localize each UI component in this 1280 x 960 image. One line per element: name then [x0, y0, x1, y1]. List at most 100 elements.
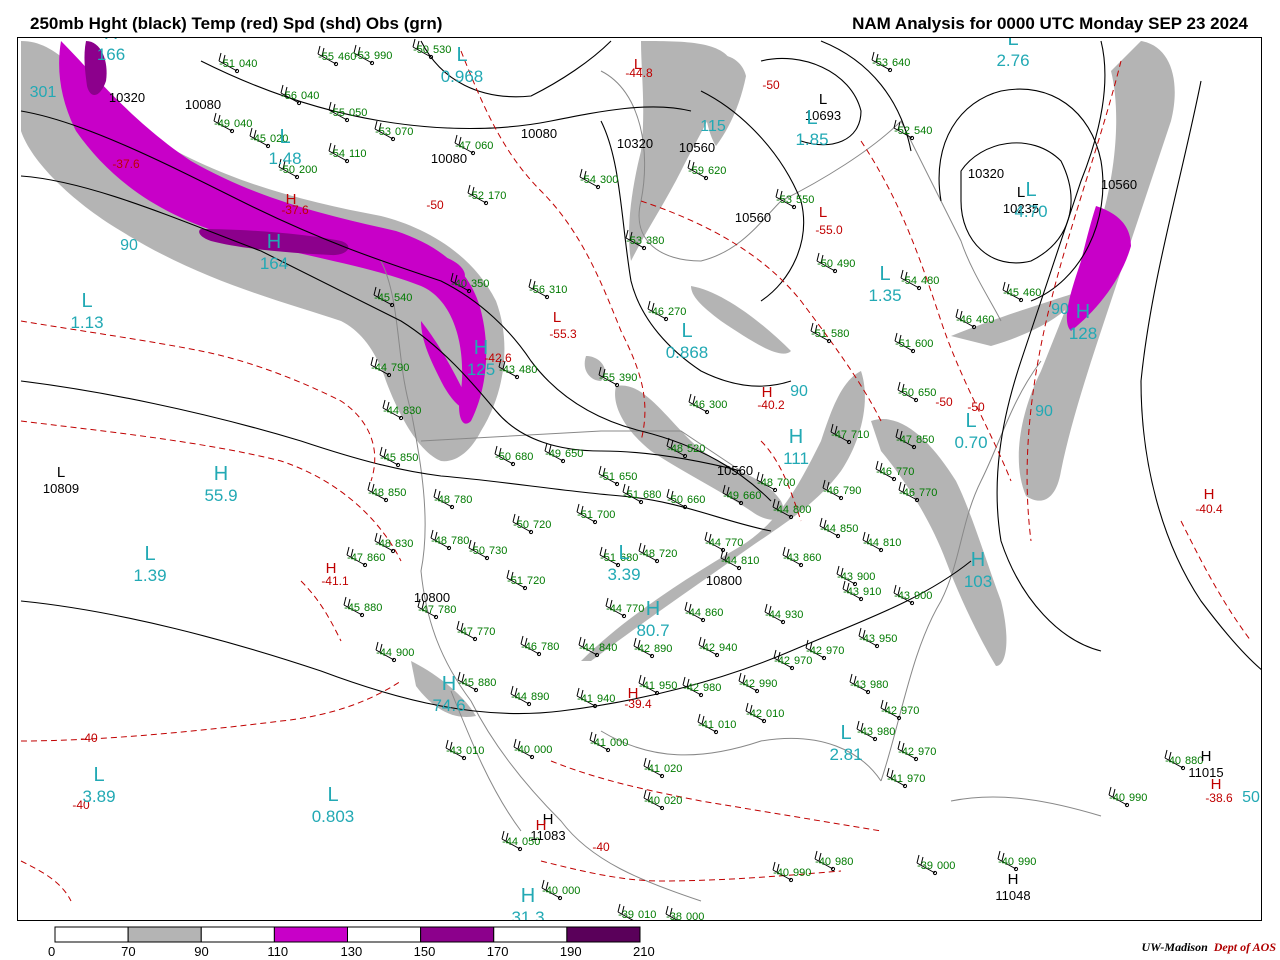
station-temperature: -43 — [843, 586, 859, 598]
station-height: 940 — [597, 693, 615, 705]
station-temperature: -45 — [1003, 287, 1019, 299]
station-temperature: -44 — [376, 647, 392, 659]
station-height: 890 — [654, 643, 672, 655]
temperature-center-marker: H — [628, 685, 639, 702]
station-height: 770 — [919, 487, 937, 499]
station-temperature: -53 — [375, 126, 391, 138]
station-marker — [635, 919, 637, 920]
station-height: 000 — [686, 911, 704, 921]
speed-center-value: 103 — [964, 572, 992, 591]
speed-contour-label: 90 — [120, 237, 138, 254]
station-temperature: -42 — [774, 655, 790, 667]
colorbar-segment — [200, 926, 275, 943]
temperature-label: -37.6 — [112, 157, 140, 171]
speed-center-marker: H — [442, 673, 456, 695]
station-height: 850 — [400, 452, 418, 464]
speed-center-marker: L — [1007, 38, 1018, 50]
station-temperature: -47 — [457, 626, 473, 638]
station-temperature: -43 — [894, 590, 910, 602]
station-marker — [369, 60, 375, 66]
speed-contour-label: 50 — [1242, 789, 1260, 806]
station-height: 990 — [759, 678, 777, 690]
station-height: 880 — [364, 602, 382, 614]
station-height: 640 — [892, 57, 910, 69]
temperature-label: -50 — [426, 198, 444, 212]
station-height: 790 — [843, 485, 861, 497]
temperature-label: -50 — [762, 78, 780, 92]
station-temperature: -45 — [458, 677, 474, 689]
station-temperature: -43 — [850, 679, 866, 691]
colorbar-segment — [127, 926, 202, 943]
speed-center-value: 1.39 — [133, 566, 166, 585]
station-height: 990 — [1129, 792, 1147, 804]
station-temperature: -44 — [765, 609, 781, 621]
height-contour-label: 10320 — [968, 166, 1004, 181]
speed-center-value: 0.70 — [954, 433, 987, 452]
station-temperature: -51 — [577, 509, 593, 521]
station-temperature: -44 — [705, 537, 721, 549]
station-temperature: -42 — [739, 678, 755, 690]
station-temperature: -46 — [689, 399, 705, 411]
station-temperature: -44 — [773, 504, 789, 516]
station-temperature: -46 — [521, 641, 537, 653]
station-height: 700 — [597, 509, 615, 521]
station-height: 520 — [687, 443, 705, 455]
speed-center-marker: L — [279, 126, 290, 148]
station-height: 490 — [837, 258, 855, 270]
speed-center-value: 128 — [1069, 324, 1097, 343]
station-temperature: -53 — [776, 194, 792, 206]
station-height: 600 — [915, 338, 933, 350]
station-height: 780 — [438, 604, 456, 616]
station-height: 530 — [433, 44, 451, 56]
height-contour-label: 10800 — [414, 590, 450, 605]
station-height: 810 — [741, 555, 759, 567]
station-height: 860 — [803, 552, 821, 564]
analysis-valid-time: NAM Analysis for 0000 UTC Monday SEP 23 … — [852, 14, 1248, 33]
colorbar-tick-label: 130 — [340, 944, 363, 959]
speed-center-value: 1.13 — [70, 313, 103, 332]
speed-center-value: 55.9 — [204, 486, 237, 505]
speed-center-value: 164 — [260, 254, 288, 273]
station-temperature: -42 — [683, 682, 699, 694]
station-height: 650 — [565, 448, 583, 460]
speed-center-value: 4.70 — [1014, 202, 1047, 221]
station-height: 770 — [725, 537, 743, 549]
station-height: 000 — [534, 744, 552, 756]
station-temperature: -56 — [281, 90, 297, 102]
station-temperature: -43 — [446, 745, 462, 757]
station-temperature: -41 — [698, 719, 714, 731]
station-temperature: -41 — [644, 763, 660, 775]
station-height: 680 — [515, 451, 533, 463]
station-temperature: -45 — [344, 602, 360, 614]
station-height: 850 — [840, 523, 858, 535]
credit-dept: Dept of AOS — [1213, 940, 1276, 954]
station-height: 020 — [664, 763, 682, 775]
station-temperature: -44 — [511, 691, 527, 703]
station-height: 970 — [826, 645, 844, 657]
station-temperature: -48 — [667, 443, 683, 455]
colorbar-tick-label: 90 — [194, 944, 209, 959]
station-height: 010 — [466, 745, 484, 757]
station-temperature: -44 — [502, 836, 518, 848]
station-temperature: -53 — [872, 57, 888, 69]
height-contour-label: 10320 — [617, 136, 653, 151]
temperature-center-marker: H — [286, 191, 297, 208]
station-temperature: -43 — [837, 571, 853, 583]
speed-center-marker: L — [681, 320, 692, 342]
colorbar-tick-label: 190 — [559, 944, 582, 959]
station-temperature: -50 — [513, 519, 529, 531]
colorbar-tick-label: 210 — [633, 944, 655, 959]
height-center-value: 11048 — [995, 888, 1030, 903]
speed-center-value: 0.803 — [312, 807, 355, 826]
station-height: 850 — [388, 487, 406, 499]
station-height: 780 — [541, 641, 559, 653]
colorbar-segment — [566, 926, 641, 943]
colorbar-tick-label: 110 — [267, 944, 289, 959]
station-height: 860 — [367, 552, 385, 564]
height-contour-label: 10320 — [109, 90, 145, 105]
speed-center-marker: H — [521, 885, 535, 907]
station-height: 770 — [626, 603, 644, 615]
station-temperature: -46 — [876, 466, 892, 478]
station-temperature: -46 — [899, 487, 915, 499]
station-height: 270 — [668, 306, 686, 318]
